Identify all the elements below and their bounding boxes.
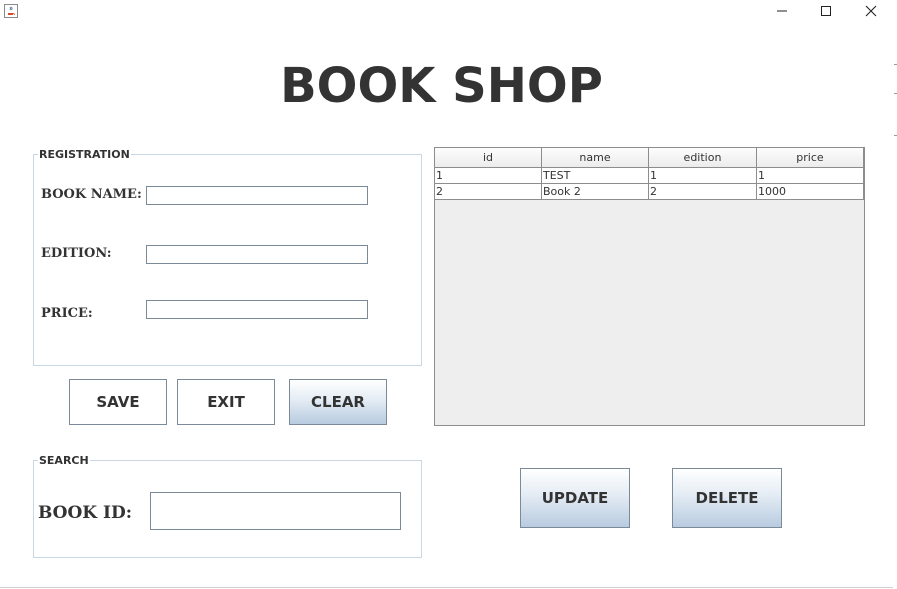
price-field[interactable] bbox=[146, 300, 368, 319]
update-button[interactable]: UPDATE bbox=[520, 468, 630, 528]
search-legend: SEARCH bbox=[39, 454, 89, 467]
minimize-icon bbox=[776, 2, 788, 21]
page-title: BOOK SHOP bbox=[280, 58, 603, 114]
app-window: BOOK SHOP REGISTRATION BOOK NAME: EDITIO… bbox=[0, 0, 894, 588]
column-header-price[interactable]: price bbox=[756, 148, 864, 168]
table-row[interactable]: 1 TEST 1 1 bbox=[435, 167, 864, 184]
edition-field[interactable] bbox=[146, 245, 368, 264]
cell-name[interactable]: Book 2 bbox=[541, 183, 649, 200]
title-bar bbox=[0, 0, 893, 25]
maximize-button[interactable] bbox=[804, 0, 848, 22]
close-icon bbox=[865, 2, 877, 21]
table-row[interactable]: 2 Book 2 2 1000 bbox=[435, 183, 864, 200]
cell-name[interactable]: TEST bbox=[541, 167, 649, 184]
cell-edition[interactable]: 1 bbox=[648, 167, 757, 184]
save-button[interactable]: SAVE bbox=[69, 379, 167, 425]
minimize-button[interactable] bbox=[760, 0, 804, 22]
column-header-edition[interactable]: edition bbox=[648, 148, 757, 168]
registration-legend: REGISTRATION bbox=[39, 148, 130, 161]
cell-price[interactable]: 1 bbox=[756, 167, 864, 184]
cell-id[interactable]: 2 bbox=[435, 183, 542, 200]
java-cup-icon bbox=[4, 3, 18, 18]
table-header-row: id name edition price bbox=[435, 148, 864, 168]
column-header-name[interactable]: name bbox=[541, 148, 649, 168]
books-grid: id name edition price 1 TEST 1 1 2 Book … bbox=[435, 148, 864, 200]
book-id-label: BOOK ID: bbox=[38, 503, 132, 523]
book-name-field[interactable] bbox=[146, 186, 368, 205]
edition-label: EDITION: bbox=[41, 246, 112, 261]
delete-button[interactable]: DELETE bbox=[672, 468, 782, 528]
maximize-icon bbox=[820, 2, 832, 21]
column-header-id[interactable]: id bbox=[435, 148, 542, 168]
cell-price[interactable]: 1000 bbox=[756, 183, 864, 200]
exit-button[interactable]: EXIT bbox=[177, 379, 275, 425]
books-table[interactable]: id name edition price 1 TEST 1 1 2 Book … bbox=[434, 147, 865, 426]
close-button[interactable] bbox=[849, 0, 893, 22]
cell-id[interactable]: 1 bbox=[435, 167, 542, 184]
book-id-field[interactable] bbox=[150, 492, 401, 530]
cell-edition[interactable]: 2 bbox=[648, 183, 757, 200]
clear-button[interactable]: CLEAR bbox=[289, 379, 387, 425]
book-name-label: BOOK NAME: bbox=[41, 187, 142, 202]
background-strip bbox=[893, 0, 897, 589]
price-label: PRICE: bbox=[41, 306, 93, 321]
